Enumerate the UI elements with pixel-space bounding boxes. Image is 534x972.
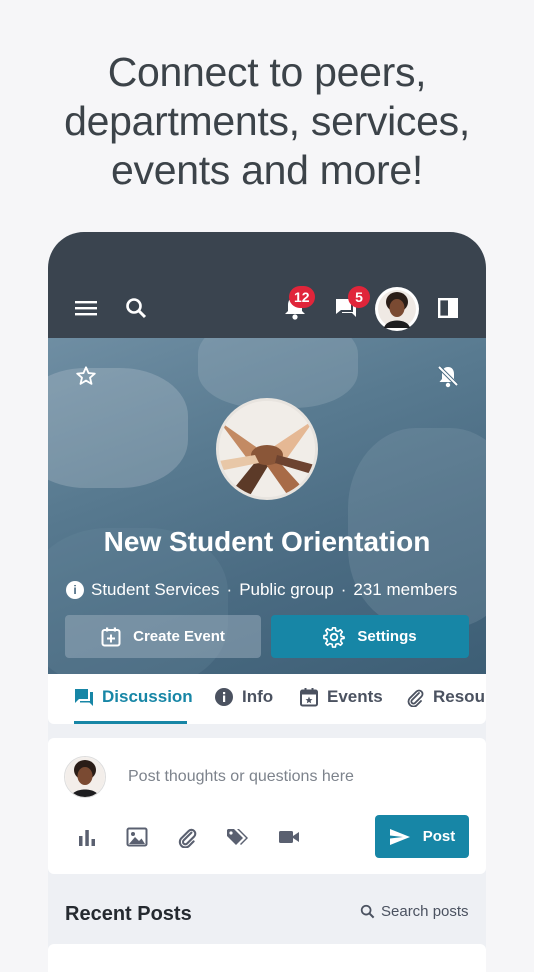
tab-resources[interactable]: Resour [405, 687, 486, 707]
messages-badge: 5 [348, 286, 370, 308]
group-avatar [216, 398, 318, 500]
post-input[interactable]: Post thoughts or questions here [128, 768, 354, 786]
phone-frame: 12 5 New Student Orientation i Student S… [48, 232, 486, 972]
post-button[interactable]: Post [375, 815, 469, 858]
create-event-button[interactable]: Create Event [65, 615, 261, 658]
active-tab-indicator [74, 721, 187, 724]
info-icon[interactable]: i [66, 581, 84, 599]
notifications-badge: 12 [289, 286, 315, 308]
group-visibility: Public group [239, 580, 334, 599]
post-composer: Post thoughts or questions here Post [48, 738, 486, 874]
search-posts-link[interactable]: Search posts [360, 903, 469, 920]
create-event-label: Create Event [133, 628, 225, 645]
menu-icon[interactable] [72, 294, 100, 322]
group-meta: i Student Services · Public group · 231 … [66, 580, 457, 600]
recent-posts-heading: Recent Posts [65, 903, 192, 925]
hero-background-shape [48, 368, 188, 488]
post-card[interactable] [48, 944, 486, 972]
info-icon [215, 688, 233, 706]
headline-line-1: Connect to peers, [107, 49, 427, 95]
tab-events[interactable]: Events [299, 687, 383, 707]
group-tabs: Discussion Info Events Resour [48, 674, 486, 724]
tag-icon[interactable] [225, 824, 251, 850]
meta-separator: · [340, 580, 347, 599]
marketing-headline: Connect to peers, departments, services,… [0, 48, 534, 195]
post-button-label: Post [422, 828, 456, 845]
hero-background-shape [198, 338, 358, 408]
video-icon[interactable] [276, 824, 302, 850]
group-hero: New Student Orientation i Student Servic… [48, 338, 486, 674]
tab-label: Resour [433, 687, 486, 706]
gear-icon [323, 626, 346, 648]
app-top-bar: 12 5 [48, 232, 486, 338]
tab-discussion[interactable]: Discussion [74, 687, 193, 707]
calendar-icon [300, 688, 318, 707]
sidebar-toggle-icon[interactable] [434, 294, 462, 322]
search-icon [360, 904, 375, 919]
tab-label: Discussion [102, 687, 193, 706]
settings-button[interactable]: Settings [271, 615, 469, 658]
group-department[interactable]: Student Services [91, 580, 220, 600]
profile-avatar[interactable] [375, 287, 419, 331]
group-name: New Student Orientation [103, 526, 431, 557]
paperclip-icon [407, 689, 424, 707]
poll-icon[interactable] [74, 824, 100, 850]
tab-label: Info [242, 687, 274, 706]
composer-avatar [64, 756, 106, 798]
favorite-star-icon[interactable] [72, 362, 100, 390]
tab-label: Events [327, 687, 383, 706]
search-posts-label: Search posts [381, 903, 469, 920]
meta-separator: · [226, 580, 233, 599]
group-members[interactable]: 231 members [353, 580, 457, 600]
image-icon[interactable] [124, 824, 150, 850]
search-icon[interactable] [122, 294, 150, 322]
forum-icon [75, 689, 93, 706]
mute-notifications-icon[interactable] [434, 362, 462, 390]
headline-line-3: events and more! [111, 147, 423, 193]
settings-label: Settings [357, 628, 417, 645]
headline-line-2: departments, services, [64, 98, 470, 144]
attach-icon[interactable] [174, 824, 200, 850]
send-icon [389, 828, 410, 845]
calendar-add-icon [101, 627, 121, 646]
tab-info[interactable]: Info [214, 687, 273, 707]
